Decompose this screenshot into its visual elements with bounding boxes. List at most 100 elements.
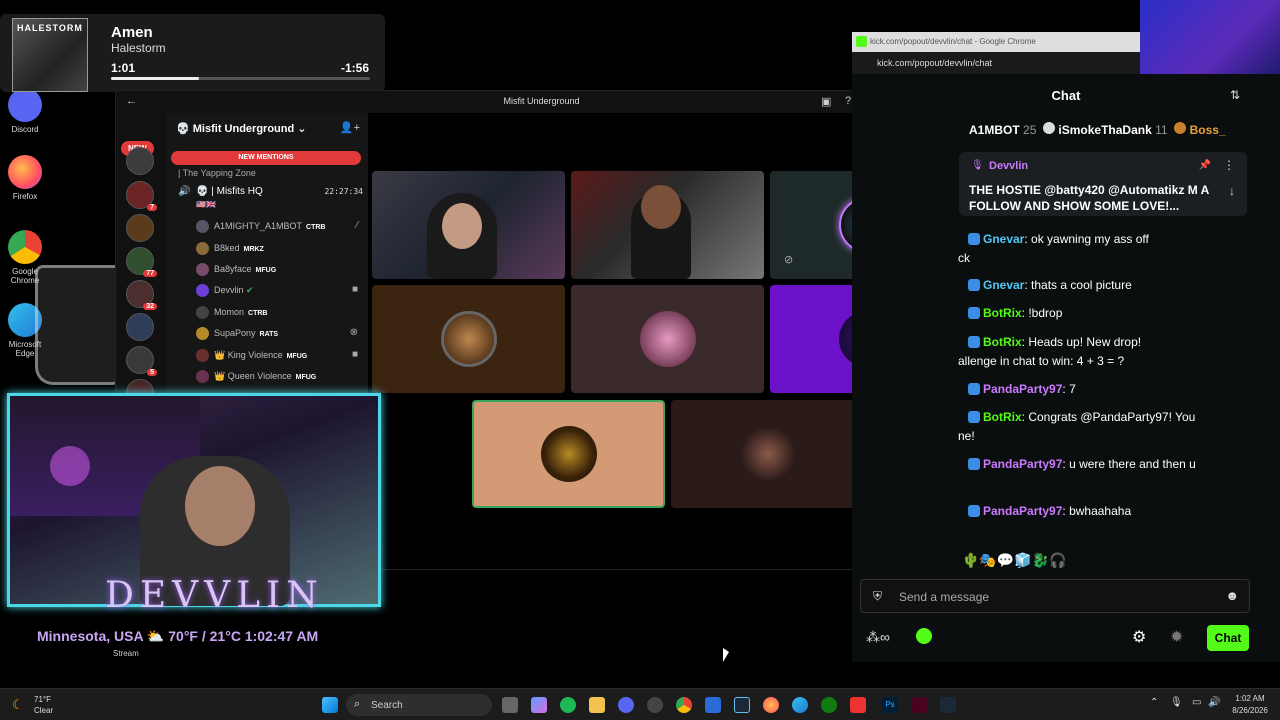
expand-chevron-icon[interactable]: ↓ [1229,184,1235,198]
chat-message[interactable]: PandaParty97: u were there and then u [968,455,1258,474]
chrome-address-bar[interactable]: kick.com/popout/devvlin/chat [852,52,1140,74]
steam-icon[interactable] [734,697,750,713]
kick-logo-icon[interactable] [916,628,932,644]
voice-member[interactable]: Devvlin ✔ ■ [196,283,366,301]
more-icon[interactable]: ⋮ [1223,158,1235,172]
chat-username: BotRix [983,306,1022,320]
discord-icon [8,88,42,122]
task-view-icon[interactable] [502,697,518,713]
obs-icon[interactable] [647,697,663,713]
voice-member[interactable]: B8ked MRKZ [196,241,366,259]
network-icon[interactable]: ▭ [1192,697,1201,708]
channel-list: 💀 Misfit Underground ⌄ 👤+ NEW MENTIONS |… [166,113,368,393]
copilot-icon[interactable] [531,697,547,713]
url-text: kick.com/popout/devvlin/chat [877,58,993,68]
chat-text: Congrats @PandaParty97! You [1028,410,1196,424]
voice-member[interactable]: 👑 King Violence MFUG ■ [196,348,366,366]
voice-member[interactable]: Momon CTRB [196,305,366,323]
emote-bar: 🌵🎭💬🧊🐉🎧 [962,552,1067,568]
app-icon[interactable] [850,697,866,713]
steam-taskbar-icon[interactable] [940,697,956,713]
video-tile[interactable] [571,285,764,393]
help-icon[interactable]: ? [845,95,851,107]
muted-icon: ⊘ [784,254,794,266]
chat-send-button[interactable]: Chat [1207,625,1249,651]
video-tile[interactable] [671,400,864,508]
chat-header: Chat [1051,88,1081,103]
voice-member[interactable]: SupaPony RATS ⊗ [196,326,366,344]
voice-member[interactable]: Ba8yface MFUG [196,262,366,280]
chat-message[interactable]: PandaParty97: 7 [968,380,1258,399]
add-member-icon[interactable]: 👤+ [340,121,360,134]
sponsor-banner [1140,0,1280,80]
taskbar-search[interactable]: ⌕ Search [346,694,492,716]
tray-chevron-icon[interactable]: ⌃ [1150,697,1158,708]
clock-time[interactable]: 1:02 AM [1222,694,1278,703]
server-icon[interactable] [126,313,154,341]
pinned-message[interactable]: 🎙 Devvlin 📌 ⋮ ↓ THE HOSTIE @batty420 @Au… [959,152,1247,216]
video-tile[interactable] [571,171,764,279]
gear-badge-icon[interactable]: ✹ [1170,627,1183,647]
chat-message[interactable]: Gnevar: thats a cool picture [968,276,1258,295]
sub-badge-icon [968,383,980,395]
server-icon[interactable]: 5 [126,346,157,376]
firefox-taskbar-icon[interactable] [763,697,779,713]
chat-username: Gnevar [983,232,1025,246]
taskbar-temp[interactable]: 71°F [34,695,51,704]
back-arrow-icon[interactable]: ← [126,95,137,107]
server-icon[interactable] [126,214,154,242]
spotify-icon[interactable] [560,697,576,713]
users-icon[interactable]: ⁂∞ [866,629,890,646]
title-bar: Misfit Underground ← ▣ ? ⤓ – □ ✕ [116,91,967,113]
new-mentions-banner[interactable]: NEW MENTIONS [171,151,361,165]
chat-message[interactable]: BotRix: !bdrop [968,304,1258,323]
chat-text: 7 [1069,382,1076,396]
emoji-icon[interactable]: ☻ [1225,588,1239,603]
sub-badge-icon [968,233,980,245]
lamp-glow [50,446,90,486]
store-icon[interactable] [705,697,721,713]
server-icon[interactable]: 32 [126,280,157,310]
discord-taskbar-icon[interactable] [618,697,634,713]
stream-label: Stream [113,649,139,658]
server-icon[interactable]: 77 [126,247,157,277]
message-input[interactable]: ⛨ Send a message ☻ [860,579,1250,613]
video-tile[interactable] [372,285,565,393]
photoshop-icon[interactable]: Ps [882,697,898,713]
pin-icon[interactable]: 📌 [1199,160,1211,171]
chat-message[interactable]: BotRix: Heads up! New drop! allenge in ch… [958,333,1258,371]
chat-message[interactable]: PandaParty97: bwhaahaha [968,502,1258,521]
server-name[interactable]: 💀 Misfit Underground ⌄ [176,122,306,135]
video-tile-speaking[interactable] [472,400,665,508]
desktop-icon-discord[interactable]: Discord [0,88,50,134]
mic-tray-icon[interactable]: 🎙 [1170,697,1183,708]
voice-member[interactable]: A1MIGHTY_A1MBOT CTRB ⁄ [196,219,366,237]
channel-yapping-zone[interactable]: | The Yapping Zone [178,168,256,178]
edge-taskbar-icon[interactable] [792,697,808,713]
start-windows-icon[interactable] [322,697,338,713]
chrome-taskbar-icon[interactable] [676,697,692,713]
settings-gear-icon[interactable]: ⚙ [1132,627,1146,647]
voice-channel[interactable]: 🔊 💀 | Misfits HQ 22:27:34 🇺🇸🇬🇧 [178,184,363,214]
volume-icon[interactable]: 🔊 [1208,697,1220,708]
pinned-user: Devvlin [989,160,1029,172]
server-icon[interactable]: 7 [126,181,157,211]
inbox-icon[interactable]: ▣ [821,95,831,108]
chat-message[interactable]: Gnevar: ok yawning my ass off ck [958,230,1258,268]
desktop-icon-firefox[interactable]: Firefox [0,155,50,201]
xbox-icon: ⊗ [349,327,358,338]
file-explorer-icon[interactable] [589,697,605,713]
xbox-taskbar-icon[interactable] [821,697,837,713]
sub-badge-icon [968,458,980,470]
window-title: Misfit Underground [503,96,580,106]
participant-avatar [440,311,497,367]
server-icon[interactable] [126,147,154,175]
voice-member[interactable]: 👑 Queen Violence MFUG [196,369,366,387]
clock-date[interactable]: 8/26/2026 [1222,706,1278,715]
video-tile[interactable] [372,171,565,279]
progress-bar[interactable] [111,77,370,80]
indesign-icon[interactable] [911,697,927,713]
settings-sliders-icon[interactable]: ⇅ [1230,88,1240,102]
chat-message[interactable]: BotRix: Congrats @PandaParty97! You ne! [958,408,1258,446]
taskbar-weather[interactable]: Clear [34,706,53,715]
